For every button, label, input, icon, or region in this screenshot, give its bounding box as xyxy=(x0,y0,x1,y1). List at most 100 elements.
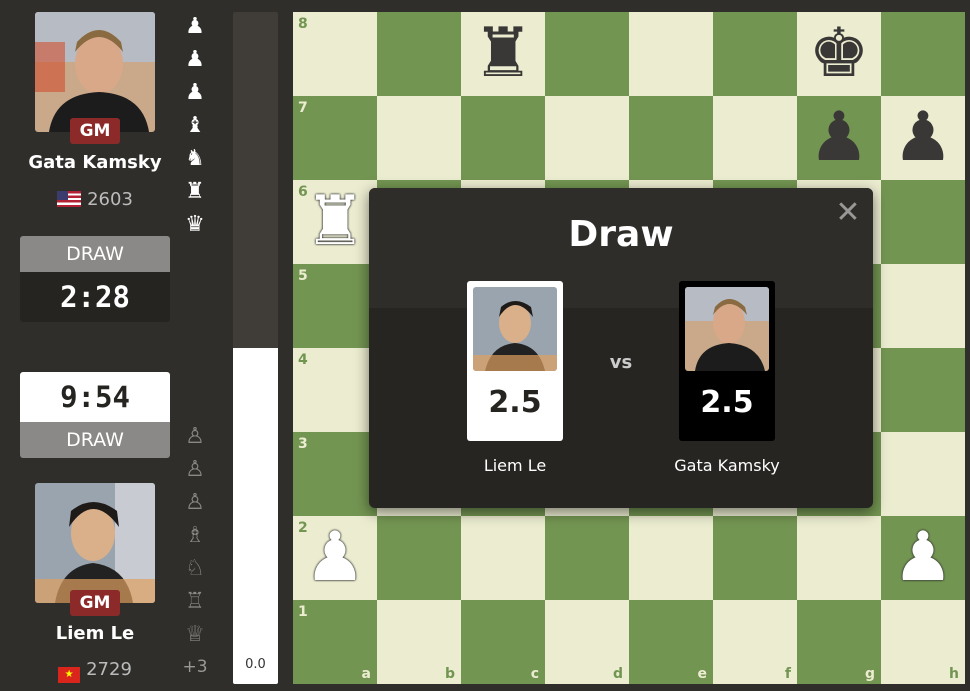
captured-piece-icon: ♙ xyxy=(185,424,205,449)
square-e7[interactable] xyxy=(629,96,713,180)
square-a7[interactable]: 7 xyxy=(293,96,377,180)
rank-label: 3 xyxy=(298,436,308,452)
captured-piece-icon: ♟ xyxy=(185,47,205,72)
square-h6[interactable] xyxy=(881,180,965,264)
top-player-title-badge: GM xyxy=(70,118,120,144)
square-h3[interactable] xyxy=(881,432,965,516)
square-h4[interactable] xyxy=(881,348,965,432)
us-flag-icon xyxy=(57,191,82,207)
game-over-modal: Draw ✕ 2.5 Liem Le vs 2.5 Gata Kamsky xyxy=(369,188,873,508)
top-player-panel: GM Gata Kamsky 2603 xyxy=(20,12,170,212)
right-player-card: 2.5 xyxy=(679,281,775,441)
captured-piece-icon: ♝ xyxy=(185,113,205,138)
square-a4[interactable]: 4 xyxy=(293,348,377,432)
top-clock: DRAW 2:28 xyxy=(20,236,170,322)
white-pawn-icon[interactable]: ♟ xyxy=(293,516,377,600)
bottom-clock: 9:54 DRAW xyxy=(20,372,170,458)
square-f2[interactable] xyxy=(713,516,797,600)
file-label: e xyxy=(697,666,708,682)
square-h1[interactable]: h xyxy=(881,600,965,684)
rank-label: 7 xyxy=(298,100,308,116)
evaluation-bar-white-fill xyxy=(233,348,278,684)
square-e8[interactable] xyxy=(629,12,713,96)
square-h7[interactable]: ♟ xyxy=(881,96,965,180)
rank-label: 5 xyxy=(298,268,308,284)
square-d1[interactable]: d xyxy=(545,600,629,684)
captured-piece-icon: ♜ xyxy=(185,179,205,204)
square-a2[interactable]: 2 ♟ xyxy=(293,516,377,600)
square-b7[interactable] xyxy=(377,96,461,180)
white-rook-icon[interactable]: ♜ xyxy=(293,180,377,264)
square-e2[interactable] xyxy=(629,516,713,600)
square-g2[interactable] xyxy=(797,516,881,600)
square-g7[interactable]: ♟ xyxy=(797,96,881,180)
square-c8[interactable]: ♜ xyxy=(461,12,545,96)
bottom-player-name[interactable]: Liem Le xyxy=(20,623,170,644)
bottom-player-panel: GM Liem Le ★ 2729 xyxy=(20,483,170,688)
file-label: g xyxy=(864,666,875,682)
left-player-score: 2.5 xyxy=(488,385,542,420)
top-player-avatar[interactable] xyxy=(35,12,155,132)
bottom-player-avatar[interactable] xyxy=(35,483,155,603)
square-a5[interactable]: 5 xyxy=(293,264,377,348)
captured-piece-icon: ♕ xyxy=(185,622,205,647)
square-b2[interactable] xyxy=(377,516,461,600)
bottom-captured-pieces: ♙ ♙ ♙ ♗ ♘ ♖ ♕ +3 xyxy=(180,420,210,684)
square-d8[interactable] xyxy=(545,12,629,96)
file-label: b xyxy=(444,666,455,682)
black-rook-icon[interactable]: ♜ xyxy=(461,12,545,96)
bottom-player-title-badge: GM xyxy=(70,590,120,616)
captured-piece-icon: ♟ xyxy=(185,80,205,105)
top-player-rating-row: 2603 xyxy=(20,189,170,210)
captured-piece-icon: ♗ xyxy=(185,523,205,548)
square-a3[interactable]: 3 xyxy=(293,432,377,516)
top-captured-pieces: ♟ ♟ ♟ ♝ ♞ ♜ ♛ xyxy=(180,10,210,241)
square-f1[interactable]: f xyxy=(713,600,797,684)
bottom-player-rating-row: ★ 2729 xyxy=(20,659,170,683)
captured-piece-icon: ♘ xyxy=(185,556,205,581)
square-b8[interactable] xyxy=(377,12,461,96)
bottom-player-rating: 2729 xyxy=(86,659,132,680)
square-c2[interactable] xyxy=(461,516,545,600)
square-a8[interactable]: 8 xyxy=(293,12,377,96)
rank-label: 8 xyxy=(298,16,308,32)
black-pawn-icon[interactable]: ♟ xyxy=(797,96,881,180)
captured-piece-icon: ♖ xyxy=(185,589,205,614)
square-c7[interactable] xyxy=(461,96,545,180)
black-pawn-icon[interactable]: ♟ xyxy=(881,96,965,180)
square-f7[interactable] xyxy=(713,96,797,180)
square-h8[interactable] xyxy=(881,12,965,96)
square-g1[interactable]: g xyxy=(797,600,881,684)
top-clock-status: DRAW xyxy=(20,236,170,272)
left-player-name: Liem Le xyxy=(483,456,547,475)
close-icon[interactable]: ✕ xyxy=(833,198,863,228)
square-g8[interactable]: ♚ xyxy=(797,12,881,96)
square-e1[interactable]: e xyxy=(629,600,713,684)
material-advantage: +3 xyxy=(182,657,208,677)
file-label: h xyxy=(949,666,959,682)
captured-piece-icon: ♞ xyxy=(185,146,205,171)
square-a6[interactable]: 6 ♜ xyxy=(293,180,377,264)
square-h5[interactable] xyxy=(881,264,965,348)
white-pawn-icon[interactable]: ♟ xyxy=(881,516,965,600)
rank-label: 1 xyxy=(298,604,308,620)
evaluation-score: 0.0 xyxy=(245,657,266,672)
captured-piece-icon: ♙ xyxy=(185,490,205,515)
square-a1[interactable]: 1a xyxy=(293,600,377,684)
square-h2[interactable]: ♟ xyxy=(881,516,965,600)
top-player-name[interactable]: Gata Kamsky xyxy=(20,152,170,173)
versus-label: vs xyxy=(609,352,633,373)
file-label: d xyxy=(612,666,623,682)
square-b1[interactable]: b xyxy=(377,600,461,684)
square-d7[interactable] xyxy=(545,96,629,180)
black-king-icon[interactable]: ♚ xyxy=(797,12,881,96)
square-f8[interactable] xyxy=(713,12,797,96)
captured-piece-icon: ♟ xyxy=(185,14,205,39)
file-label: a xyxy=(361,666,371,682)
modal-title: Draw xyxy=(568,214,674,255)
bottom-clock-time: 9:54 xyxy=(20,372,170,422)
rank-label: 4 xyxy=(298,352,308,368)
square-c1[interactable]: c xyxy=(461,600,545,684)
square-d2[interactable] xyxy=(545,516,629,600)
file-label: f xyxy=(784,666,791,682)
